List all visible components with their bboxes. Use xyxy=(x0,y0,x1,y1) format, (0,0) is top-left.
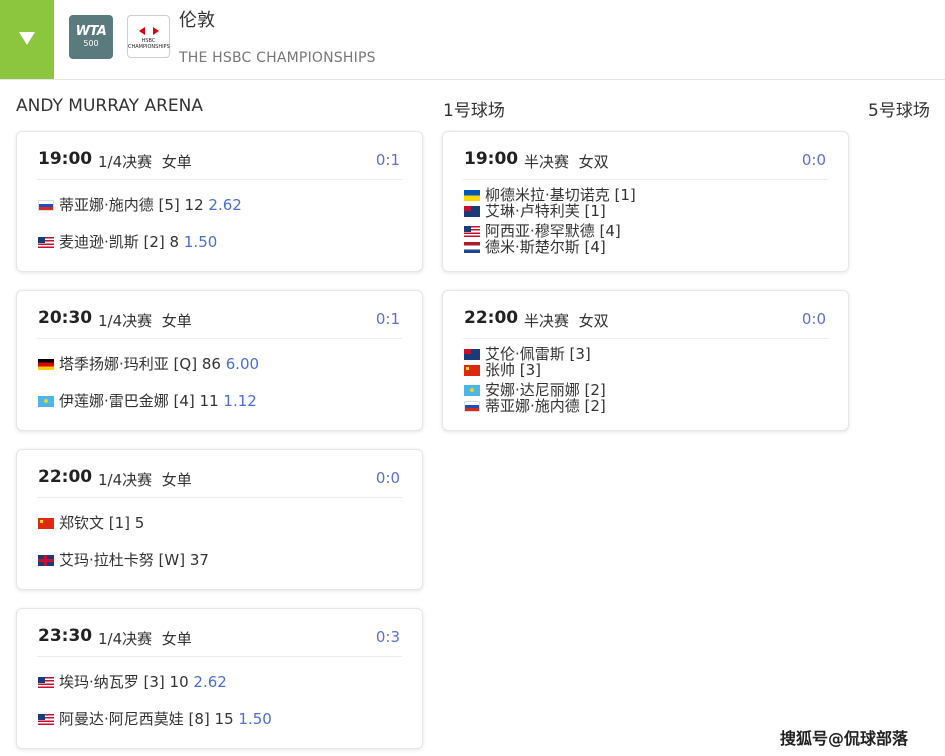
player-row[interactable]: 阿西亚·穆罕默德 [4] xyxy=(464,223,621,239)
player-name: 德米·斯楚尔斯 [4] xyxy=(485,238,606,256)
match-time: 19:00 xyxy=(38,149,93,169)
triangle-down-icon xyxy=(19,32,35,45)
tournament-city: 伦敦 xyxy=(179,10,215,31)
player-name: 埃玛·纳瓦罗 [3] 10 xyxy=(59,673,189,691)
match-card-header: 19:00 1/4决赛 女单 0:1 xyxy=(17,132,422,180)
match-round: 1/4决赛 女单 xyxy=(98,153,192,171)
hsbc-hexagon-icon xyxy=(138,27,159,35)
match-score[interactable]: 0:3 xyxy=(376,628,400,646)
collapse-toggle-button[interactable] xyxy=(0,0,54,79)
match-card-header: 19:00 半决赛 女双 0:0 xyxy=(443,132,848,180)
match-time: 19:00 xyxy=(464,149,519,169)
player-name: 伊莲娜·雷巴金娜 [4] 11 xyxy=(59,392,219,410)
watermark: 搜狐号@侃球部落 xyxy=(780,729,909,748)
player-row[interactable]: 艾伦·佩雷斯 [3] xyxy=(464,346,591,362)
player-row[interactable]: 艾玛·拉杜卡努 [W] 37 xyxy=(38,549,209,570)
player-row[interactable]: 埃玛·纳瓦罗 [3] 10 2.62 xyxy=(38,671,227,692)
match-round: 1/4决赛 女单 xyxy=(98,630,192,648)
match-time: 22:00 xyxy=(464,308,519,328)
match-time: 20:30 xyxy=(38,308,93,328)
match-card[interactable]: 19:00 半决赛 女双 0:0 柳德米拉·基切诺克 [1] 艾琳·卢特利芙 [… xyxy=(442,131,849,272)
match-card[interactable]: 20:30 1/4决赛 女单 0:1 塔季扬娜·玛利亚 [Q] 86 6.00 … xyxy=(16,290,423,431)
player-row[interactable]: 麦迪逊·凯斯 [2] 8 1.50 xyxy=(38,231,217,252)
match-score[interactable]: 0:0 xyxy=(802,310,826,328)
player-row[interactable]: 安娜·达尼丽娜 [2] xyxy=(464,382,606,398)
usa-flag-icon xyxy=(38,714,54,725)
divider xyxy=(37,656,402,657)
divider xyxy=(463,338,828,339)
usa-flag-icon xyxy=(38,677,54,688)
player-odds[interactable]: 1.12 xyxy=(223,392,256,410)
player-odds[interactable]: 6.00 xyxy=(226,355,259,373)
hsbc-championships-logo: HSBC CHAMPIONSHIPS xyxy=(127,15,170,58)
player-odds[interactable]: 2.62 xyxy=(208,196,241,214)
kazakhstan-flag-icon xyxy=(38,396,54,407)
court-title-court-1: 1号球场 xyxy=(443,101,505,121)
divider xyxy=(37,179,402,180)
match-score[interactable]: 0:0 xyxy=(376,469,400,487)
player-name: 郑钦文 [1] 5 xyxy=(59,514,145,532)
player-row[interactable]: 德米·斯楚尔斯 [4] xyxy=(464,239,606,255)
match-score[interactable]: 0:1 xyxy=(376,310,400,328)
player-row[interactable]: 伊莲娜·雷巴金娜 [4] 11 1.12 xyxy=(38,390,257,411)
player-row[interactable]: 蒂亚娜·施内德 [5] 12 2.62 xyxy=(38,194,242,215)
match-round: 半决赛 女双 xyxy=(524,153,609,171)
player-row[interactable]: 艾琳·卢特利芙 [1] xyxy=(464,203,606,219)
divider xyxy=(463,179,828,180)
wta-500-logo: WTA 500 xyxy=(69,15,113,59)
divider xyxy=(37,497,402,498)
match-card-header: 23:30 1/4决赛 女单 0:3 xyxy=(17,609,422,657)
usa-flag-icon xyxy=(38,237,54,248)
match-card[interactable]: 22:00 1/4决赛 女单 0:0 郑钦文 [1] 5 艾玛·拉杜卡努 [W]… xyxy=(16,449,423,590)
new-zealand-flag-icon xyxy=(464,206,480,217)
player-name: 麦迪逊·凯斯 [2] 8 xyxy=(59,233,180,251)
player-row[interactable]: 阿曼达·阿尼西莫娃 [8] 15 1.50 xyxy=(38,708,272,729)
netherlands-flag-icon xyxy=(464,242,480,253)
player-row[interactable]: 蒂亚娜·施内德 [2] xyxy=(464,398,606,414)
match-score[interactable]: 0:1 xyxy=(376,151,400,169)
match-time: 23:30 xyxy=(38,626,93,646)
match-score[interactable]: 0:0 xyxy=(802,151,826,169)
divider xyxy=(37,338,402,339)
match-time: 22:00 xyxy=(38,467,93,487)
match-card-header: 22:00 半决赛 女双 0:0 xyxy=(443,291,848,339)
uk-flag-icon xyxy=(38,555,54,566)
kazakhstan-flag-icon xyxy=(464,385,480,396)
player-odds[interactable]: 1.50 xyxy=(184,233,217,251)
russia-flag-icon xyxy=(464,401,480,412)
player-name: 蒂亚娜·施内德 [5] 12 xyxy=(59,196,204,214)
player-name: 塔季扬娜·玛利亚 [Q] 86 xyxy=(59,355,221,373)
match-card[interactable]: 19:00 1/4决赛 女单 0:1 蒂亚娜·施内德 [5] 12 2.62 麦… xyxy=(16,131,423,272)
player-name: 艾玛·拉杜卡努 [W] 37 xyxy=(59,551,209,569)
player-row[interactable]: 张帅 [3] xyxy=(464,362,541,378)
tournament-header: WTA 500 HSBC CHAMPIONSHIPS 伦敦 THE HSBC C… xyxy=(0,0,945,80)
match-card[interactable]: 23:30 1/4决赛 女单 0:3 埃玛·纳瓦罗 [3] 10 2.62 阿曼… xyxy=(16,608,423,749)
ukraine-flag-icon xyxy=(464,190,480,201)
russia-flag-icon xyxy=(38,200,54,211)
china-flag-icon xyxy=(464,365,480,376)
player-name: 艾琳·卢特利芙 [1] xyxy=(485,202,606,220)
usa-flag-icon xyxy=(464,226,480,237)
court-title-court-5: 5号球场 xyxy=(868,101,930,121)
match-card-header: 20:30 1/4决赛 女单 0:1 xyxy=(17,291,422,339)
australia-flag-icon xyxy=(464,349,480,360)
tournament-name[interactable]: THE HSBC CHAMPIONSHIPS xyxy=(179,50,376,66)
court-title-andy-murray-arena: ANDY MURRAY ARENA xyxy=(16,96,203,116)
player-row[interactable]: 塔季扬娜·玛利亚 [Q] 86 6.00 xyxy=(38,353,259,374)
player-row[interactable]: 郑钦文 [1] 5 xyxy=(38,512,144,533)
match-round: 1/4决赛 女单 xyxy=(98,471,192,489)
china-flag-icon xyxy=(38,518,54,529)
germany-flag-icon xyxy=(38,359,54,370)
player-odds[interactable]: 2.62 xyxy=(193,673,226,691)
player-odds[interactable]: 1.50 xyxy=(238,710,271,728)
player-name: 阿曼达·阿尼西莫娃 [8] 15 xyxy=(59,710,234,728)
match-card-header: 22:00 1/4决赛 女单 0:0 xyxy=(17,450,422,498)
player-name: 张帅 [3] xyxy=(485,361,542,379)
player-row[interactable]: 柳德米拉·基切诺克 [1] xyxy=(464,187,636,203)
match-round: 1/4决赛 女单 xyxy=(98,312,192,330)
match-card[interactable]: 22:00 半决赛 女双 0:0 艾伦·佩雷斯 [3] 张帅 [3] 安娜·达尼… xyxy=(442,290,849,431)
match-round: 半决赛 女双 xyxy=(524,312,609,330)
player-name: 蒂亚娜·施内德 [2] xyxy=(485,397,606,415)
